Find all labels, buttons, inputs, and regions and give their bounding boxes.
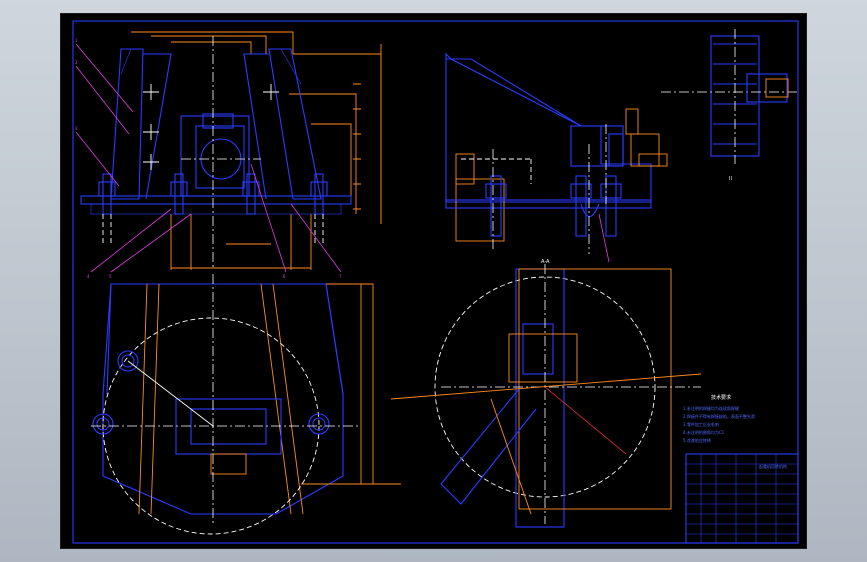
front-view: [75, 31, 382, 273]
tech-req-line-1: 1.未注明的焊缝均为连续角焊缝: [683, 405, 739, 411]
drawing-sheet: II A-A 技术要求 1.未注明的焊缝均为连续角焊缝 2.焊接件不得有焊接缺陷…: [60, 13, 807, 549]
part-number-3: 3: [75, 126, 78, 131]
part-number-4: 4: [87, 274, 90, 279]
part-number-5: 5: [109, 274, 112, 279]
tech-req-line-4: 4.未注明的倒角均为C1: [683, 429, 725, 435]
part-number-labels: 1 2 3 4 5 6 7: [75, 38, 342, 279]
detail-view-label: II: [729, 176, 732, 182]
tech-req-line-2: 2.焊接件不得有焊接缺陷，表面平整光滑: [683, 413, 755, 419]
part-number-6: 6: [283, 274, 286, 279]
part-number-1: 1: [75, 38, 78, 43]
tech-req-line-3: 3.零件加工后去毛刺: [683, 421, 719, 427]
part-number-2: 2: [75, 60, 78, 65]
section-view: A-A: [390, 259, 702, 528]
tech-req-line-5: 5.涂漆前应除锈: [683, 437, 711, 443]
detail-view: II: [661, 29, 799, 182]
section-view-label: A-A: [541, 259, 550, 265]
technical-requirements: 技术要求 1.未注明的焊缝均为连续角焊缝 2.焊接件不得有焊接缺陷，表面平整光滑…: [683, 394, 755, 443]
drawing-frame: [72, 20, 799, 544]
title-block-name: 起重机回转机构: [759, 463, 787, 469]
plan-view: [91, 274, 401, 535]
cad-drawing: II A-A 技术要求 1.未注明的焊缝均为连续角焊缝 2.焊接件不得有焊接缺陷…: [72, 20, 799, 544]
side-view: [445, 52, 668, 263]
title-block: 起重机回转机构: [685, 453, 799, 544]
part-number-7: 7: [339, 274, 342, 279]
tech-req-title: 技术要求: [711, 394, 731, 401]
